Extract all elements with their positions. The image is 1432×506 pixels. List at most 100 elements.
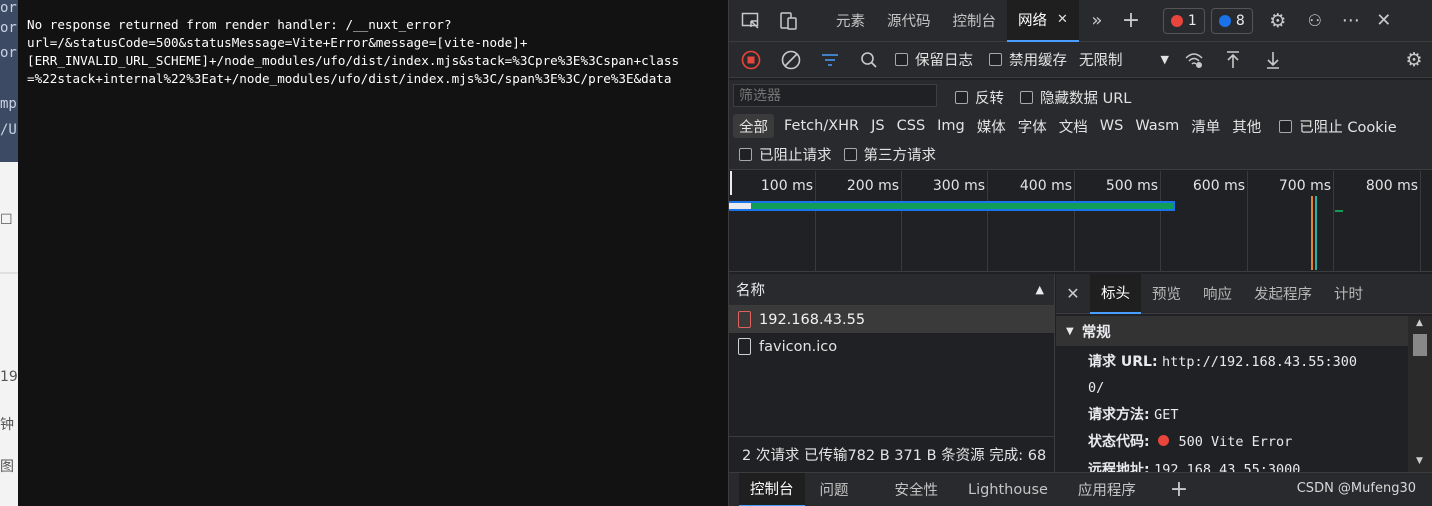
scroll-down-icon[interactable]: ▼: [1416, 456, 1423, 466]
customize-icon[interactable]: ⚇: [1297, 0, 1333, 42]
request-name: 192.168.43.55: [759, 311, 866, 328]
checkbox[interactable]: [843, 148, 857, 161]
drawer-tab-application[interactable]: 应用程序: [1067, 473, 1147, 506]
drawer-tab-lighthouse[interactable]: Lighthouse: [957, 473, 1059, 506]
request-row[interactable]: favicon.ico: [729, 333, 1054, 360]
details-tabbar: ✕ 标头 预览 响应 发起程序 计时: [1056, 274, 1432, 314]
error-status-icon: [1158, 435, 1170, 446]
close-devtools-icon[interactable]: ✕: [1369, 0, 1399, 42]
background-glyph: 钟: [0, 417, 14, 433]
disable-cache-checkbox[interactable]: 禁用缓存: [989, 49, 1067, 70]
drawer-tab-console[interactable]: 控制台: [739, 472, 805, 506]
close-details-icon[interactable]: ✕: [1056, 274, 1090, 314]
more-options-icon[interactable]: ⋯: [1333, 0, 1369, 42]
filter-icon[interactable]: [809, 42, 851, 78]
tab-initiator[interactable]: 发起程序: [1243, 274, 1323, 314]
type-filter-img[interactable]: Img: [931, 114, 971, 138]
timeline-tick-label: 400 ms: [1019, 178, 1072, 194]
type-filter-manifest[interactable]: 清单: [1185, 114, 1226, 138]
drawer-tab-security[interactable]: 安全性: [884, 473, 950, 506]
status-code-row: 状态代码: 500 Vite Error: [1088, 429, 1408, 455]
tab-console[interactable]: 控制台: [942, 0, 1008, 42]
timeline-gridline: [987, 171, 988, 272]
type-filter-css[interactable]: CSS: [891, 114, 932, 138]
close-icon[interactable]: ✕: [1057, 12, 1068, 27]
error-count-badge[interactable]: 1: [1162, 7, 1205, 34]
record-stop-icon[interactable]: [729, 42, 773, 78]
type-filter-doc[interactable]: 文档: [1053, 114, 1094, 138]
filter-bar: 反转 隐藏数据 URL: [729, 80, 1432, 112]
inspect-element-icon[interactable]: [729, 0, 773, 42]
checkbox[interactable]: [1020, 91, 1033, 104]
network-conditions-icon[interactable]: [1175, 42, 1213, 78]
preserve-log-checkbox[interactable]: 保留日志: [895, 49, 973, 70]
throttle-select[interactable]: 无限制 ▼: [1079, 49, 1169, 70]
details-scrollbar[interactable]: ▲ ▼: [1408, 316, 1432, 472]
background-divider: [0, 272, 18, 274]
type-filter-wasm[interactable]: Wasm: [1129, 114, 1185, 138]
settings-gear-icon[interactable]: ⚙: [1259, 0, 1297, 42]
invert-checkbox[interactable]: 反转: [955, 87, 1004, 108]
more-tabs-icon[interactable]: »: [1079, 0, 1115, 42]
scroll-up-icon[interactable]: ▲: [1416, 318, 1423, 328]
tab-label: 网络: [1018, 13, 1047, 29]
import-har-icon[interactable]: [1213, 42, 1253, 78]
error-count: 1: [1187, 12, 1197, 29]
timeline-tick-label: 600 ms: [1192, 178, 1245, 194]
clear-icon[interactable]: [773, 42, 809, 78]
message-count-badge[interactable]: 8: [1210, 7, 1253, 34]
third-party-checkbox[interactable]: 第三方请求: [843, 144, 936, 165]
checkbox[interactable]: [989, 53, 1002, 66]
tab-sources[interactable]: 源代码: [876, 0, 942, 42]
checkbox[interactable]: [1279, 119, 1293, 133]
add-tab-icon[interactable]: +: [1115, 0, 1147, 42]
timeline-gridline: [1247, 171, 1248, 272]
type-filter-ws[interactable]: WS: [1094, 114, 1130, 138]
checkbox[interactable]: [895, 53, 908, 66]
type-filter-font[interactable]: 字体: [1012, 114, 1053, 138]
request-row[interactable]: 192.168.43.55: [729, 306, 1054, 333]
tab-elements[interactable]: 元素: [825, 0, 876, 42]
timeline-tick-label: 800 ms: [1365, 178, 1418, 194]
name-column-header[interactable]: 名称 ▲: [729, 274, 1055, 306]
device-toolbar-icon[interactable]: [773, 0, 805, 42]
sort-ascending-icon[interactable]: ▲: [1036, 283, 1044, 296]
add-drawer-tab-icon[interactable]: +: [1159, 473, 1199, 506]
throttle-value: 无限制: [1079, 53, 1123, 69]
type-filter-js[interactable]: JS: [865, 114, 890, 138]
blocked-cookies-checkbox[interactable]: 已阻止 Cookie: [1279, 116, 1397, 137]
blocked-requests-checkbox[interactable]: 已阻止请求: [739, 144, 832, 165]
export-har-icon[interactable]: [1253, 42, 1293, 78]
background-glyph: or: [0, 0, 17, 16]
drawer-tab-issues[interactable]: 问题: [809, 473, 860, 506]
type-filter-media[interactable]: 媒体: [971, 114, 1012, 138]
tab-label: 控制台: [952, 14, 997, 30]
tab-response[interactable]: 响应: [1192, 274, 1243, 314]
waterfall-bar-favicon: [1335, 210, 1343, 212]
search-icon[interactable]: [851, 42, 887, 78]
tab-headers[interactable]: 标头: [1090, 274, 1141, 314]
type-filter-other[interactable]: 其他: [1226, 114, 1267, 138]
waterfall-overview[interactable]: 100 ms 200 ms 300 ms 400 ms 500 ms 600 m…: [729, 171, 1432, 272]
background-glyph: or: [0, 45, 17, 61]
network-settings-gear-icon[interactable]: ⚙: [1395, 42, 1432, 78]
checkbox[interactable]: [955, 91, 968, 104]
type-filter-all[interactable]: 全部: [733, 114, 774, 138]
type-filter-fetch-xhr[interactable]: Fetch/XHR: [778, 114, 865, 138]
rendered-page: No response returned from render handler…: [18, 0, 728, 506]
remote-address-row: 远程地址: 192.168.43.55:3000: [1088, 457, 1408, 472]
waterfall-bar-download: [751, 203, 1173, 209]
checkbox[interactable]: [739, 148, 752, 161]
tab-preview[interactable]: 预览: [1141, 274, 1192, 314]
filter-input[interactable]: [733, 84, 937, 107]
background-glyph: 图: [0, 459, 14, 475]
hide-data-urls-checkbox[interactable]: 隐藏数据 URL: [1020, 87, 1131, 108]
timeline-tick-label: 300 ms: [932, 178, 985, 194]
tab-network[interactable]: 网络 ✕: [1007, 0, 1079, 42]
comment-icon: ☐: [0, 212, 13, 228]
general-section-header[interactable]: ▼ 常规: [1056, 316, 1408, 346]
scrollbar-thumb[interactable]: [1413, 334, 1427, 356]
tab-timing[interactable]: 计时: [1323, 274, 1374, 314]
request-list: 192.168.43.55 favicon.ico: [729, 306, 1055, 436]
chevron-down-icon: ▼: [1160, 53, 1169, 66]
